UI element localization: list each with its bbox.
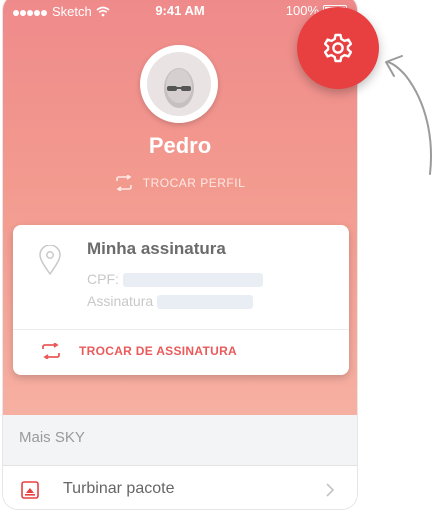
cpf-label: CPF: xyxy=(87,271,119,287)
cpf-row: CPF: xyxy=(87,271,263,288)
switch-subscription-button[interactable]: TROCAR DE ASSINATURA xyxy=(41,343,237,359)
subscription-title: Minha assinatura xyxy=(87,239,226,258)
card-divider xyxy=(13,329,349,330)
subscription-card: Minha assinatura CPF: Assinatura TROCAR … xyxy=(13,225,349,375)
phone-frame: Sketch 9:41 AM 100% Pedro TROCAR PERFIL … xyxy=(2,0,358,510)
more-sky-section: Mais SKY Turbinar pacote xyxy=(3,415,357,509)
subscription-label: Assinatura xyxy=(87,293,154,309)
section-title: Mais SKY xyxy=(19,429,85,446)
switch-subscription-label: TROCAR DE ASSINATURA xyxy=(79,344,237,358)
gear-icon xyxy=(323,33,353,63)
settings-button[interactable] xyxy=(297,7,379,89)
avatar[interactable] xyxy=(140,45,218,123)
avatar-face-icon xyxy=(164,68,194,108)
swap-icon xyxy=(42,343,60,359)
subscription-value-redacted xyxy=(157,295,254,310)
list-item-turbinar-pacote[interactable]: Turbinar pacote xyxy=(3,465,357,509)
cpf-value-redacted xyxy=(122,273,263,288)
subscription-row: Assinatura xyxy=(87,293,254,310)
package-icon xyxy=(21,481,39,499)
list-item-label: Turbinar pacote xyxy=(63,480,175,497)
location-pin-icon xyxy=(39,245,61,275)
swap-icon xyxy=(115,175,132,191)
status-bar: Sketch 9:41 AM 100% xyxy=(3,0,357,19)
chevron-right-icon xyxy=(326,483,335,497)
switch-profile-button[interactable]: TROCAR PERFIL xyxy=(3,175,357,191)
switch-profile-label: TROCAR PERFIL xyxy=(142,176,246,190)
pointer-arrow-icon xyxy=(385,55,432,175)
profile-name: Pedro xyxy=(148,133,212,158)
